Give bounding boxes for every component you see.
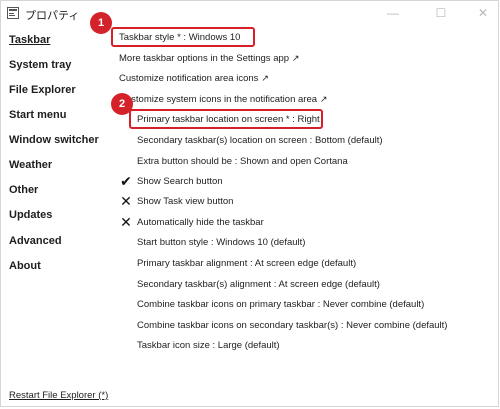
annotation-badge-1: 1 — [90, 12, 112, 34]
cross-icon: ✕ — [120, 193, 132, 209]
cross-icon: ✕ — [120, 214, 132, 230]
option-combine-secondary-icons[interactable]: Combine taskbar icons on secondary taskb… — [137, 320, 447, 331]
option-customize-notification-icons-link[interactable]: Customize notification area icons ↗ — [119, 73, 269, 84]
option-extra-button[interactable]: Extra button should be : Shown and open … — [137, 156, 348, 167]
annotation-badge-2: 2 — [111, 93, 133, 115]
option-start-button-style[interactable]: Start button style : Windows 10 (default… — [137, 237, 305, 248]
external-link-icon: ↗ — [320, 94, 328, 104]
external-link-icon: ↗ — [292, 53, 300, 63]
option-label: More taskbar options in the Settings app — [119, 53, 290, 64]
option-auto-hide-taskbar[interactable]: Automatically hide the taskbar — [137, 217, 264, 228]
option-label: Customize notification area icons — [119, 73, 259, 84]
option-secondary-taskbar-alignment[interactable]: Secondary taskbar(s) alignment : At scre… — [137, 279, 380, 290]
option-show-search-button[interactable]: Show Search button — [137, 176, 223, 187]
option-primary-taskbar-location[interactable]: Primary taskbar location on screen * : R… — [137, 114, 320, 125]
option-taskbar-icon-size[interactable]: Taskbar icon size : Large (default) — [137, 340, 280, 351]
checkmark-icon: ✔ — [120, 173, 132, 189]
option-show-task-view-button[interactable]: Show Task view button — [137, 196, 233, 207]
option-customize-system-icons-link[interactable]: Customize system icons in the notificati… — [119, 94, 328, 105]
option-combine-primary-icons[interactable]: Combine taskbar icons on primary taskbar… — [137, 299, 424, 310]
option-secondary-taskbar-location[interactable]: Secondary taskbar(s) location on screen … — [137, 135, 383, 146]
properties-window: プロパティ — ☐ ✕ Taskbar System tray File Exp… — [0, 0, 499, 407]
option-more-taskbar-settings-link[interactable]: More taskbar options in the Settings app… — [119, 53, 300, 64]
option-primary-taskbar-alignment[interactable]: Primary taskbar alignment : At screen ed… — [137, 258, 356, 269]
external-link-icon: ↗ — [261, 73, 269, 83]
option-taskbar-style[interactable]: Taskbar style * : Windows 10 — [119, 32, 240, 43]
option-label: Customize system icons in the notificati… — [119, 94, 318, 105]
taskbar-options-panel: Taskbar style * : Windows 10 More taskba… — [1, 1, 500, 409]
